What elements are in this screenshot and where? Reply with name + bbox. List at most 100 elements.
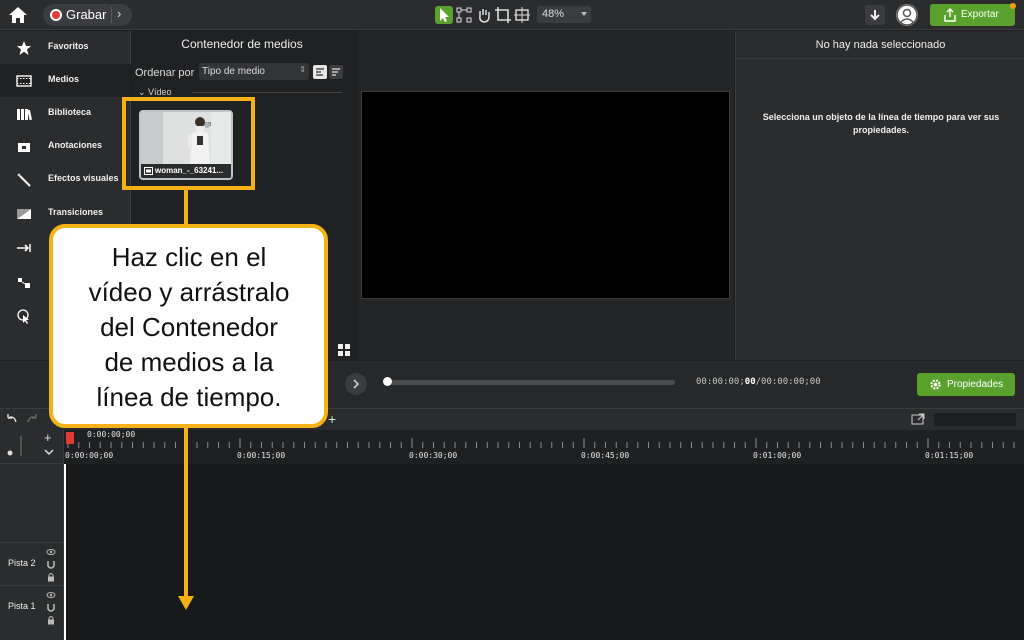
record-button[interactable]: Grabar › [43,4,132,26]
media-bin-title: Contenedor de medios [181,37,303,51]
timeline-zoom-control: + [0,430,64,464]
timeline: + Pista 2 Pista 1 0:00:00;00 0:00:00;00 … [0,430,1024,640]
sidebar-item-anotaciones[interactable]: Anotaciones [0,130,131,163]
crop-icon[interactable] [494,6,512,24]
avatar[interactable] [896,4,918,26]
nodes-tool-icon[interactable] [455,6,473,24]
sidebar-item-label: Biblioteca [48,107,92,117]
sidebar-item-label: Efectos visuales [48,173,119,183]
callout-line: del Contenedor [100,312,278,342]
sidebar-item-label: Medios [48,74,80,84]
select-tool-button[interactable] [435,6,453,24]
properties-message: Selecciona un objeto de la línea de tiem… [762,112,1000,135]
sort-select[interactable]: Tipo de medio ⇕ [199,63,309,80]
playhead-handle[interactable] [66,432,74,444]
track-header-pista-1[interactable]: Pista 1 [0,585,64,627]
lock-icon[interactable] [46,615,56,625]
properties-button[interactable]: Propiedades [917,373,1015,396]
share-icon [944,8,956,22]
arrow-line-top [184,190,188,224]
ruler-ticks [67,438,1015,448]
zoom-select[interactable]: 48% [537,6,591,23]
caret-down-icon [581,12,587,16]
gear-icon [930,379,941,390]
callout-text: Haz clic en el vídeo y arrástralo del Co… [63,240,315,415]
annotation-icon [18,143,30,152]
details-view-button[interactable] [313,65,327,79]
divider [736,58,1024,59]
scrubber-handle[interactable] [383,377,392,386]
export-label: Exportar [961,9,999,20]
playback-scrubber[interactable] [383,377,675,386]
grid-view-icon[interactable] [337,343,351,357]
home-icon[interactable] [8,5,28,25]
timecode-frame: 00 [744,377,756,387]
eye-icon[interactable] [46,547,56,557]
sidebar-item-favoritos[interactable]: Favoritos [0,31,131,64]
animation-icon [18,278,30,288]
divider [111,7,112,23]
download-arrow-icon [870,10,880,21]
magnet-icon[interactable] [46,603,56,613]
export-button[interactable]: Exportar [930,4,1015,26]
track-header-pista-2[interactable]: Pista 2 [0,542,64,584]
canvas-area [357,31,734,360]
chevron-right-icon [353,379,360,389]
clip-highlight-box [122,97,255,190]
library-icon [17,109,32,121]
tracks-area[interactable] [64,464,1024,640]
sort-by-label: Ordenar por [135,67,195,79]
hand-pan-icon[interactable] [475,6,493,24]
ruler-label: 0:01:00;00 [753,451,802,460]
properties-panel: No hay nada seleccionado Selecciona un o… [735,31,1024,360]
sidebar-item-label: Favoritos [48,41,89,51]
sort-value: Tipo de medio [202,66,265,77]
magnet-icon[interactable] [46,560,56,570]
sidebar-item-efectos-visuales[interactable]: Efectos visuales [0,163,131,196]
track-label: Pista 2 [8,558,36,568]
eye-icon[interactable] [46,590,56,600]
film-icon [16,75,32,87]
section-label-text: Vídeo [148,87,172,97]
properties-title: No hay nada seleccionado [815,39,946,51]
callout-line: Haz clic en el [111,242,267,272]
ruler-label: 0:00:30;00 [409,451,458,460]
playhead-time: 0:00:00;00 [87,430,136,439]
magic-wand-icon [17,173,31,187]
timecode-display: 00:00:00;00/00:00:00;00 [696,377,821,387]
timeline-search-field[interactable] [934,413,1016,426]
zoom-slider-icon[interactable] [5,434,25,460]
chevron-down-icon[interactable] [43,447,55,457]
arrow-down-icon [178,596,194,610]
star-icon [17,41,31,55]
add-track-icon[interactable]: + [328,411,336,427]
download-button[interactable] [865,5,885,25]
cursor-effect-icon [17,309,29,324]
sidebar-item-medios[interactable]: Medios [0,64,131,97]
redo-icon[interactable] [26,413,39,426]
timeline-ruler[interactable] [64,430,1024,462]
zoom-in-icon[interactable]: + [44,430,52,445]
list-detail-icon [316,68,324,76]
sidebar-item-biblioteca[interactable]: Biblioteca [0,97,131,130]
next-frame-button[interactable] [345,373,367,395]
undo-icon[interactable] [5,413,18,426]
list-icon [332,68,340,76]
updown-caret-icon: ⇕ [299,65,306,74]
canvas-resize-icon[interactable] [513,6,531,24]
callout-line: línea de tiempo. [96,382,282,412]
timecode-total: /00:00:00;00 [755,377,821,387]
preview-canvas[interactable] [361,91,730,299]
chevron-right-icon[interactable]: › [117,6,121,21]
track-label: Pista 1 [8,601,36,611]
lock-icon[interactable] [46,572,56,582]
ruler-label: 0:00:00;00 [65,451,114,460]
detach-timeline-icon[interactable] [911,413,925,425]
user-icon [896,4,918,26]
callout-line: vídeo y arrástralo [88,277,290,307]
list-view-button[interactable] [329,65,343,79]
arrow-line-bottom [184,428,188,598]
sidebar-item-label: Transiciones [48,207,104,217]
record-dot-icon [50,9,62,21]
timecode-current: 00:00:00; [696,377,745,387]
